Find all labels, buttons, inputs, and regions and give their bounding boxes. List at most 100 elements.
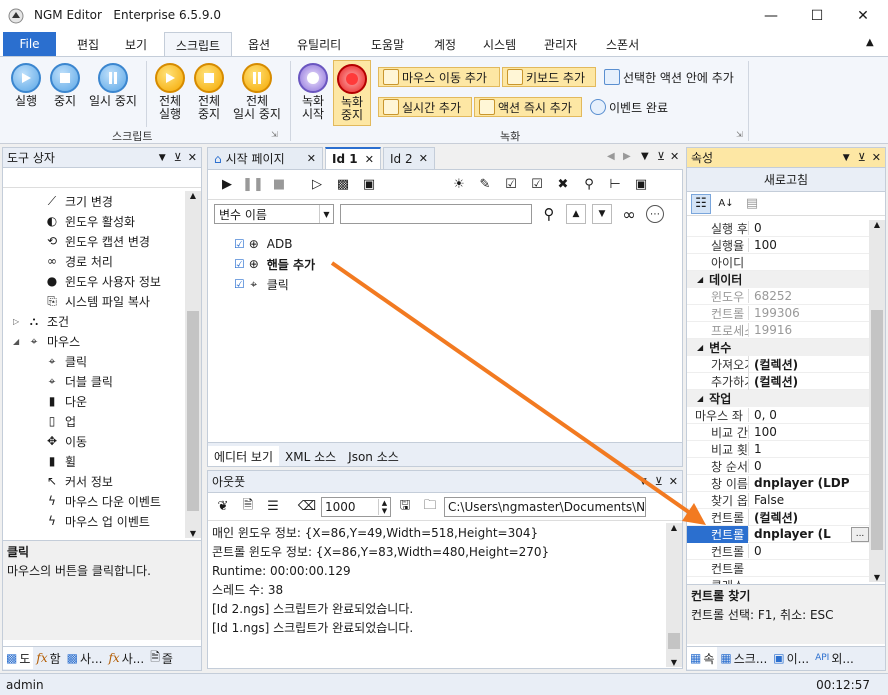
property-row[interactable]: 윈도우 핸들68252	[687, 288, 869, 305]
check-box-icon[interactable]: ☑	[500, 174, 522, 196]
close-icon[interactable]: ✕	[419, 152, 428, 165]
minimize-button[interactable]: —	[748, 0, 794, 32]
dropdown-icon[interactable]: ▼	[641, 151, 649, 162]
property-value[interactable]: 0	[748, 544, 869, 558]
categorized-icon[interactable]: ☷	[691, 193, 711, 214]
infinity-icon[interactable]: ∞	[618, 203, 640, 225]
toolbox-item[interactable]: ▯ 업	[3, 411, 185, 431]
toolbox-item[interactable]: ϟ 마우스 업 이벤트	[3, 511, 185, 531]
tab-edit[interactable]: 편집	[75, 32, 101, 56]
property-value[interactable]: 199306	[748, 306, 869, 320]
property-row[interactable]: 실행율 100	[687, 237, 869, 254]
tab-file[interactable]: File	[3, 32, 56, 56]
tab-images[interactable]: ▣ 이...	[770, 647, 812, 669]
close-icon[interactable]: ✕	[670, 150, 679, 163]
collapse-toggle-icon[interactable]: ◢	[697, 275, 703, 284]
property-row[interactable]: 컨트롤 순서0	[687, 543, 869, 560]
line-count-stepper[interactable]: 1000 ▲ ▼	[321, 496, 391, 517]
tab-nav-right-icon[interactable]: ▶	[623, 151, 631, 162]
new-file-icon[interactable]: 🗎	[237, 496, 259, 518]
stop-all-button[interactable]: 전체 중지	[189, 63, 229, 121]
move-up-icon[interactable]: ▲	[566, 204, 586, 224]
add-in-selected-button[interactable]: 선택한 액션 안에 추가	[600, 67, 738, 87]
script-node[interactable]: ☑ ⌖ 클릭	[234, 274, 682, 294]
pause-button[interactable]: 일시 중지	[84, 63, 142, 108]
toolbox-item[interactable]: ↖ 커서 정보	[3, 471, 185, 491]
tab-user[interactable]: ▩ 사...	[64, 647, 106, 669]
ribbon-collapse-icon[interactable]: ▲	[866, 37, 874, 48]
toolbox-item[interactable]: ⎘ 시스템 파일 복사	[3, 291, 185, 311]
expand-toggle-icon[interactable]: ◢	[13, 337, 27, 346]
toolbox-scrollbar[interactable]: ▲ ▼	[185, 191, 201, 538]
output-path-input[interactable]: C:\Users\ngmaster\Documents\NGM	[444, 496, 646, 517]
output-scrollbar[interactable]: ▲ ▼	[666, 523, 682, 667]
tree-icon[interactable]: ⊢	[604, 174, 626, 196]
close-icon[interactable]: ✕	[188, 151, 197, 164]
property-row[interactable]: 마우스 좌 0, 0	[687, 407, 869, 424]
property-category[interactable]: ◢ 데이터	[687, 271, 869, 288]
property-pages-icon[interactable]: ▤	[741, 193, 763, 215]
toolbox-item[interactable]: ⟋ 크기 변경	[3, 191, 185, 211]
properties-scrollbar[interactable]: ▲ ▼	[869, 220, 885, 582]
close-icon[interactable]: ✕	[307, 152, 316, 165]
property-value[interactable]: (컬렉션)	[748, 508, 869, 526]
property-row[interactable]: 컨트롤 찾dnplayer (L...	[687, 525, 869, 543]
tab-options[interactable]: 옵션	[246, 32, 272, 56]
collapse-toggle-icon[interactable]: ◢	[697, 394, 703, 403]
property-row[interactable]: 창 순서 0	[687, 458, 869, 475]
tab-help[interactable]: 도움말	[369, 32, 406, 56]
search-icon[interactable]: ⚲	[538, 203, 560, 225]
tab-utility[interactable]: 유틸리티	[295, 32, 343, 56]
property-value[interactable]: 0, 0	[748, 408, 869, 422]
edit-icon[interactable]: ✎	[474, 174, 496, 196]
property-value[interactable]: 1	[748, 442, 869, 456]
property-row[interactable]: 비교 간격100	[687, 424, 869, 441]
refresh-button[interactable]: 새로고침	[687, 168, 885, 192]
property-value[interactable]: False	[748, 493, 869, 507]
search-icon[interactable]: ⚲	[578, 174, 600, 196]
add-mouse-move-button[interactable]: 마우스 이동 추가	[378, 67, 500, 87]
property-row[interactable]: 가져오기(컬렉션)	[687, 355, 869, 373]
add-realtime-button[interactable]: 실시간 추가	[378, 97, 472, 117]
toolbox-item[interactable]: ϟ 마우스 다운 이벤트	[3, 491, 185, 511]
step-icon[interactable]: ▷	[306, 174, 328, 196]
property-row[interactable]: 클래스 이름	[687, 577, 869, 585]
property-value[interactable]: 100	[748, 425, 869, 439]
toolbox-item[interactable]: ▮ 다운	[3, 391, 185, 411]
ellipsis-button[interactable]: ...	[851, 526, 869, 542]
tab-id2[interactable]: Id 2 ✕	[383, 147, 435, 169]
property-row[interactable]: 실행 후 지0	[687, 220, 869, 237]
wrap-icon[interactable]: ☰	[262, 496, 284, 518]
property-row[interactable]: 찾기 옵션False	[687, 492, 869, 509]
step-over-icon[interactable]: ▣	[358, 174, 380, 196]
checkbox[interactable]: ☑	[234, 237, 245, 251]
property-value[interactable]: 68252	[748, 289, 869, 303]
tab-script[interactable]: 스크립트	[164, 32, 232, 57]
property-value[interactable]: (컬렉션)	[748, 355, 869, 373]
tab-id1[interactable]: Id 1 ✕	[325, 147, 381, 169]
check-all-icon[interactable]: ☑	[526, 174, 548, 196]
step-into-icon[interactable]: ▩	[332, 174, 354, 196]
toolbox-item[interactable]: ⌖ 더블 클릭	[3, 371, 185, 391]
tab-admin[interactable]: 관리자	[542, 32, 579, 56]
bulb-icon[interactable]: ☀	[448, 174, 470, 196]
add-keyboard-button[interactable]: 키보드 추가	[502, 67, 596, 87]
move-down-icon[interactable]: ▼	[592, 204, 612, 224]
tab-sponsor[interactable]: 스폰서	[604, 32, 641, 56]
property-row[interactable]: 비교 횟수1	[687, 441, 869, 458]
dropdown-icon[interactable]: ▼	[843, 153, 850, 163]
tab-account[interactable]: 계정	[432, 32, 458, 56]
property-row[interactable]: 창 이름 dnplayer (LDP	[687, 475, 869, 492]
toolbox-search-input[interactable]	[3, 168, 201, 188]
property-value[interactable]: dnplayer (LDP	[748, 476, 869, 490]
tab-external[interactable]: API 외...	[812, 647, 857, 669]
pin-icon[interactable]: ⊻	[655, 475, 663, 488]
broom-icon[interactable]: ❦	[212, 496, 234, 518]
tab-json-source[interactable]: Json 소스	[342, 446, 405, 466]
add-action-now-button[interactable]: 액션 즉시 추가	[474, 97, 582, 117]
pin-icon[interactable]: ⊻	[858, 151, 866, 164]
property-value[interactable]: (컬렉션)	[748, 372, 869, 390]
property-value[interactable]: 0	[748, 221, 869, 235]
close-icon[interactable]: ✕	[669, 475, 678, 488]
variable-select[interactable]: 변수 이름 ▼	[214, 204, 334, 224]
